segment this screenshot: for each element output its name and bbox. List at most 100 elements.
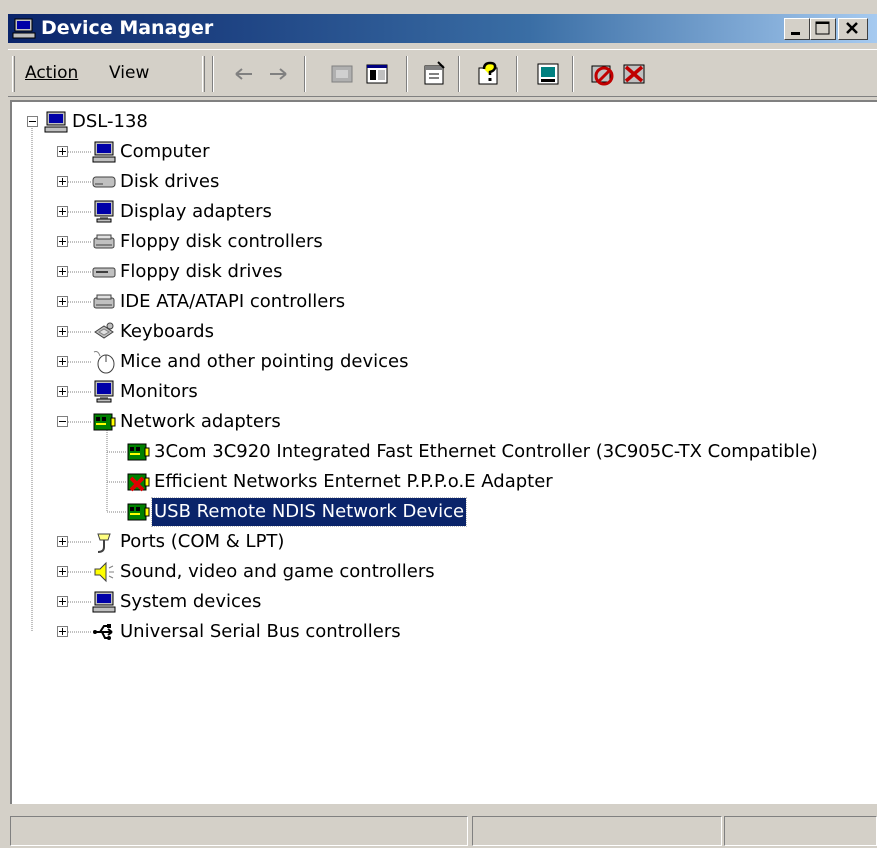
tree-item-label: Disk drives xyxy=(120,171,220,192)
tree-category[interactable]: Display adapters xyxy=(12,198,872,226)
computer-icon xyxy=(44,110,68,134)
status-panel xyxy=(724,816,877,846)
maximize-button[interactable] xyxy=(810,18,836,40)
status-bar xyxy=(10,816,877,848)
device-tree[interactable]: DSL-138 Computer Disk drives Display adapte… xyxy=(10,100,877,804)
minimize-button[interactable] xyxy=(784,18,810,40)
tree-item-label: Floppy disk drives xyxy=(120,261,283,282)
window-title: Device Manager xyxy=(41,17,214,39)
scan-hardware-icon[interactable] xyxy=(534,60,562,88)
toolbar-separator xyxy=(516,56,518,92)
up-folder-icon[interactable] xyxy=(328,60,356,88)
tree-item-label: Universal Serial Bus controllers xyxy=(120,621,401,642)
device-manager-window: Device Manager Action View DSL-138 Compu… xyxy=(0,0,877,848)
tree-category[interactable]: Ports (COM & LPT) xyxy=(12,528,872,556)
tree-item-label: Floppy disk controllers xyxy=(120,231,323,252)
expand-icon[interactable] xyxy=(57,356,68,367)
expand-icon[interactable] xyxy=(57,386,68,397)
expand-icon[interactable] xyxy=(57,326,68,337)
network-card-icon xyxy=(126,500,150,524)
disk-drive-icon xyxy=(92,170,116,194)
mouse-icon xyxy=(92,350,116,374)
network-card-icon xyxy=(92,410,116,434)
close-button[interactable] xyxy=(838,18,868,40)
title-bar[interactable]: Device Manager xyxy=(8,14,877,43)
tree-item-label: Keyboards xyxy=(120,321,214,342)
computer-icon xyxy=(12,18,36,40)
help-icon[interactable] xyxy=(474,60,502,88)
tree-item-label: DSL-138 xyxy=(72,111,148,132)
toolbar-separator xyxy=(458,56,460,92)
tree-category[interactable]: Keyboards xyxy=(12,318,872,346)
tree-item-label: Efficient Networks Enternet P.P.P.o.E Ad… xyxy=(154,471,553,492)
tree-category[interactable]: System devices xyxy=(12,588,872,616)
tree-item-label: 3Com 3C920 Integrated Fast Ethernet Cont… xyxy=(154,441,818,462)
controller-icon xyxy=(92,290,116,314)
tree-item-label: System devices xyxy=(120,591,262,612)
tree-category[interactable]: IDE ATA/ATAPI controllers xyxy=(12,288,872,316)
tree-item-label: Ports (COM & LPT) xyxy=(120,531,285,552)
speaker-icon xyxy=(92,560,116,584)
tree-category[interactable]: Computer xyxy=(12,138,872,166)
tree-category[interactable]: Monitors xyxy=(12,378,872,406)
toolbar-separator xyxy=(572,56,574,92)
network-card-disabled-icon xyxy=(126,470,150,494)
properties-icon[interactable] xyxy=(420,60,448,88)
tree-category[interactable]: Network adapters xyxy=(12,408,872,436)
monitor-icon xyxy=(92,380,116,404)
tree-device[interactable]: USB Remote NDIS Network Device xyxy=(12,497,872,527)
toolbar-separator xyxy=(406,56,408,92)
toolbar: Action View xyxy=(8,49,877,97)
expand-icon[interactable] xyxy=(57,596,68,607)
toolbar-separator xyxy=(304,56,306,92)
tree-root[interactable]: DSL-138 xyxy=(12,108,872,136)
tree-category[interactable]: Mice and other pointing devices xyxy=(12,348,872,376)
tree-item-label: Computer xyxy=(120,141,210,162)
computer-icon xyxy=(92,140,116,164)
controller-icon xyxy=(92,230,116,254)
tree-item-label: USB Remote NDIS Network Device xyxy=(150,497,468,527)
tree-category[interactable]: Sound, video and game controllers xyxy=(12,558,872,586)
tree-item-label: Display adapters xyxy=(120,201,272,222)
tree-category[interactable]: Universal Serial Bus controllers xyxy=(12,618,872,646)
expand-icon[interactable] xyxy=(57,536,68,547)
expand-icon[interactable] xyxy=(57,176,68,187)
collapse-icon[interactable] xyxy=(57,416,68,427)
expand-icon[interactable] xyxy=(57,146,68,157)
monitor-icon xyxy=(92,200,116,224)
tree-device[interactable]: 3Com 3C920 Integrated Fast Ethernet Cont… xyxy=(12,438,872,466)
tree-device[interactable]: Efficient Networks Enternet P.P.P.o.E Ad… xyxy=(12,468,872,496)
status-panel xyxy=(10,816,468,846)
port-icon xyxy=(92,530,116,554)
tree-item-label: Network adapters xyxy=(120,411,281,432)
uninstall-device-icon[interactable] xyxy=(620,60,648,88)
disable-device-icon[interactable] xyxy=(588,60,616,88)
expand-icon[interactable] xyxy=(57,236,68,247)
tree-item-label: Mice and other pointing devices xyxy=(120,351,409,372)
expand-icon[interactable] xyxy=(57,206,68,217)
tree-item-label: Monitors xyxy=(120,381,198,402)
menu-action[interactable]: Action xyxy=(25,62,78,84)
expand-icon[interactable] xyxy=(57,266,68,277)
collapse-icon[interactable] xyxy=(27,116,38,127)
expand-icon[interactable] xyxy=(57,626,68,637)
back-icon[interactable] xyxy=(230,60,258,88)
floppy-drive-icon xyxy=(92,260,116,284)
show-hide-tree-icon[interactable] xyxy=(363,60,391,88)
toolbar-grip[interactable] xyxy=(202,56,205,92)
tree-category[interactable]: Disk drives xyxy=(12,168,872,196)
network-card-icon xyxy=(126,440,150,464)
tree-item-label: Sound, video and game controllers xyxy=(120,561,435,582)
keyboard-icon xyxy=(92,320,116,344)
menu-view[interactable]: View xyxy=(109,62,149,84)
expand-icon[interactable] xyxy=(57,296,68,307)
tree-category[interactable]: Floppy disk drives xyxy=(12,258,872,286)
status-panel xyxy=(472,816,722,846)
forward-icon[interactable] xyxy=(264,60,292,88)
toolbar-grip[interactable] xyxy=(12,56,15,92)
tree-item-label: IDE ATA/ATAPI controllers xyxy=(120,291,346,312)
expand-icon[interactable] xyxy=(57,566,68,577)
usb-icon xyxy=(92,620,116,644)
tree-category[interactable]: Floppy disk controllers xyxy=(12,228,872,256)
computer-icon xyxy=(92,590,116,614)
